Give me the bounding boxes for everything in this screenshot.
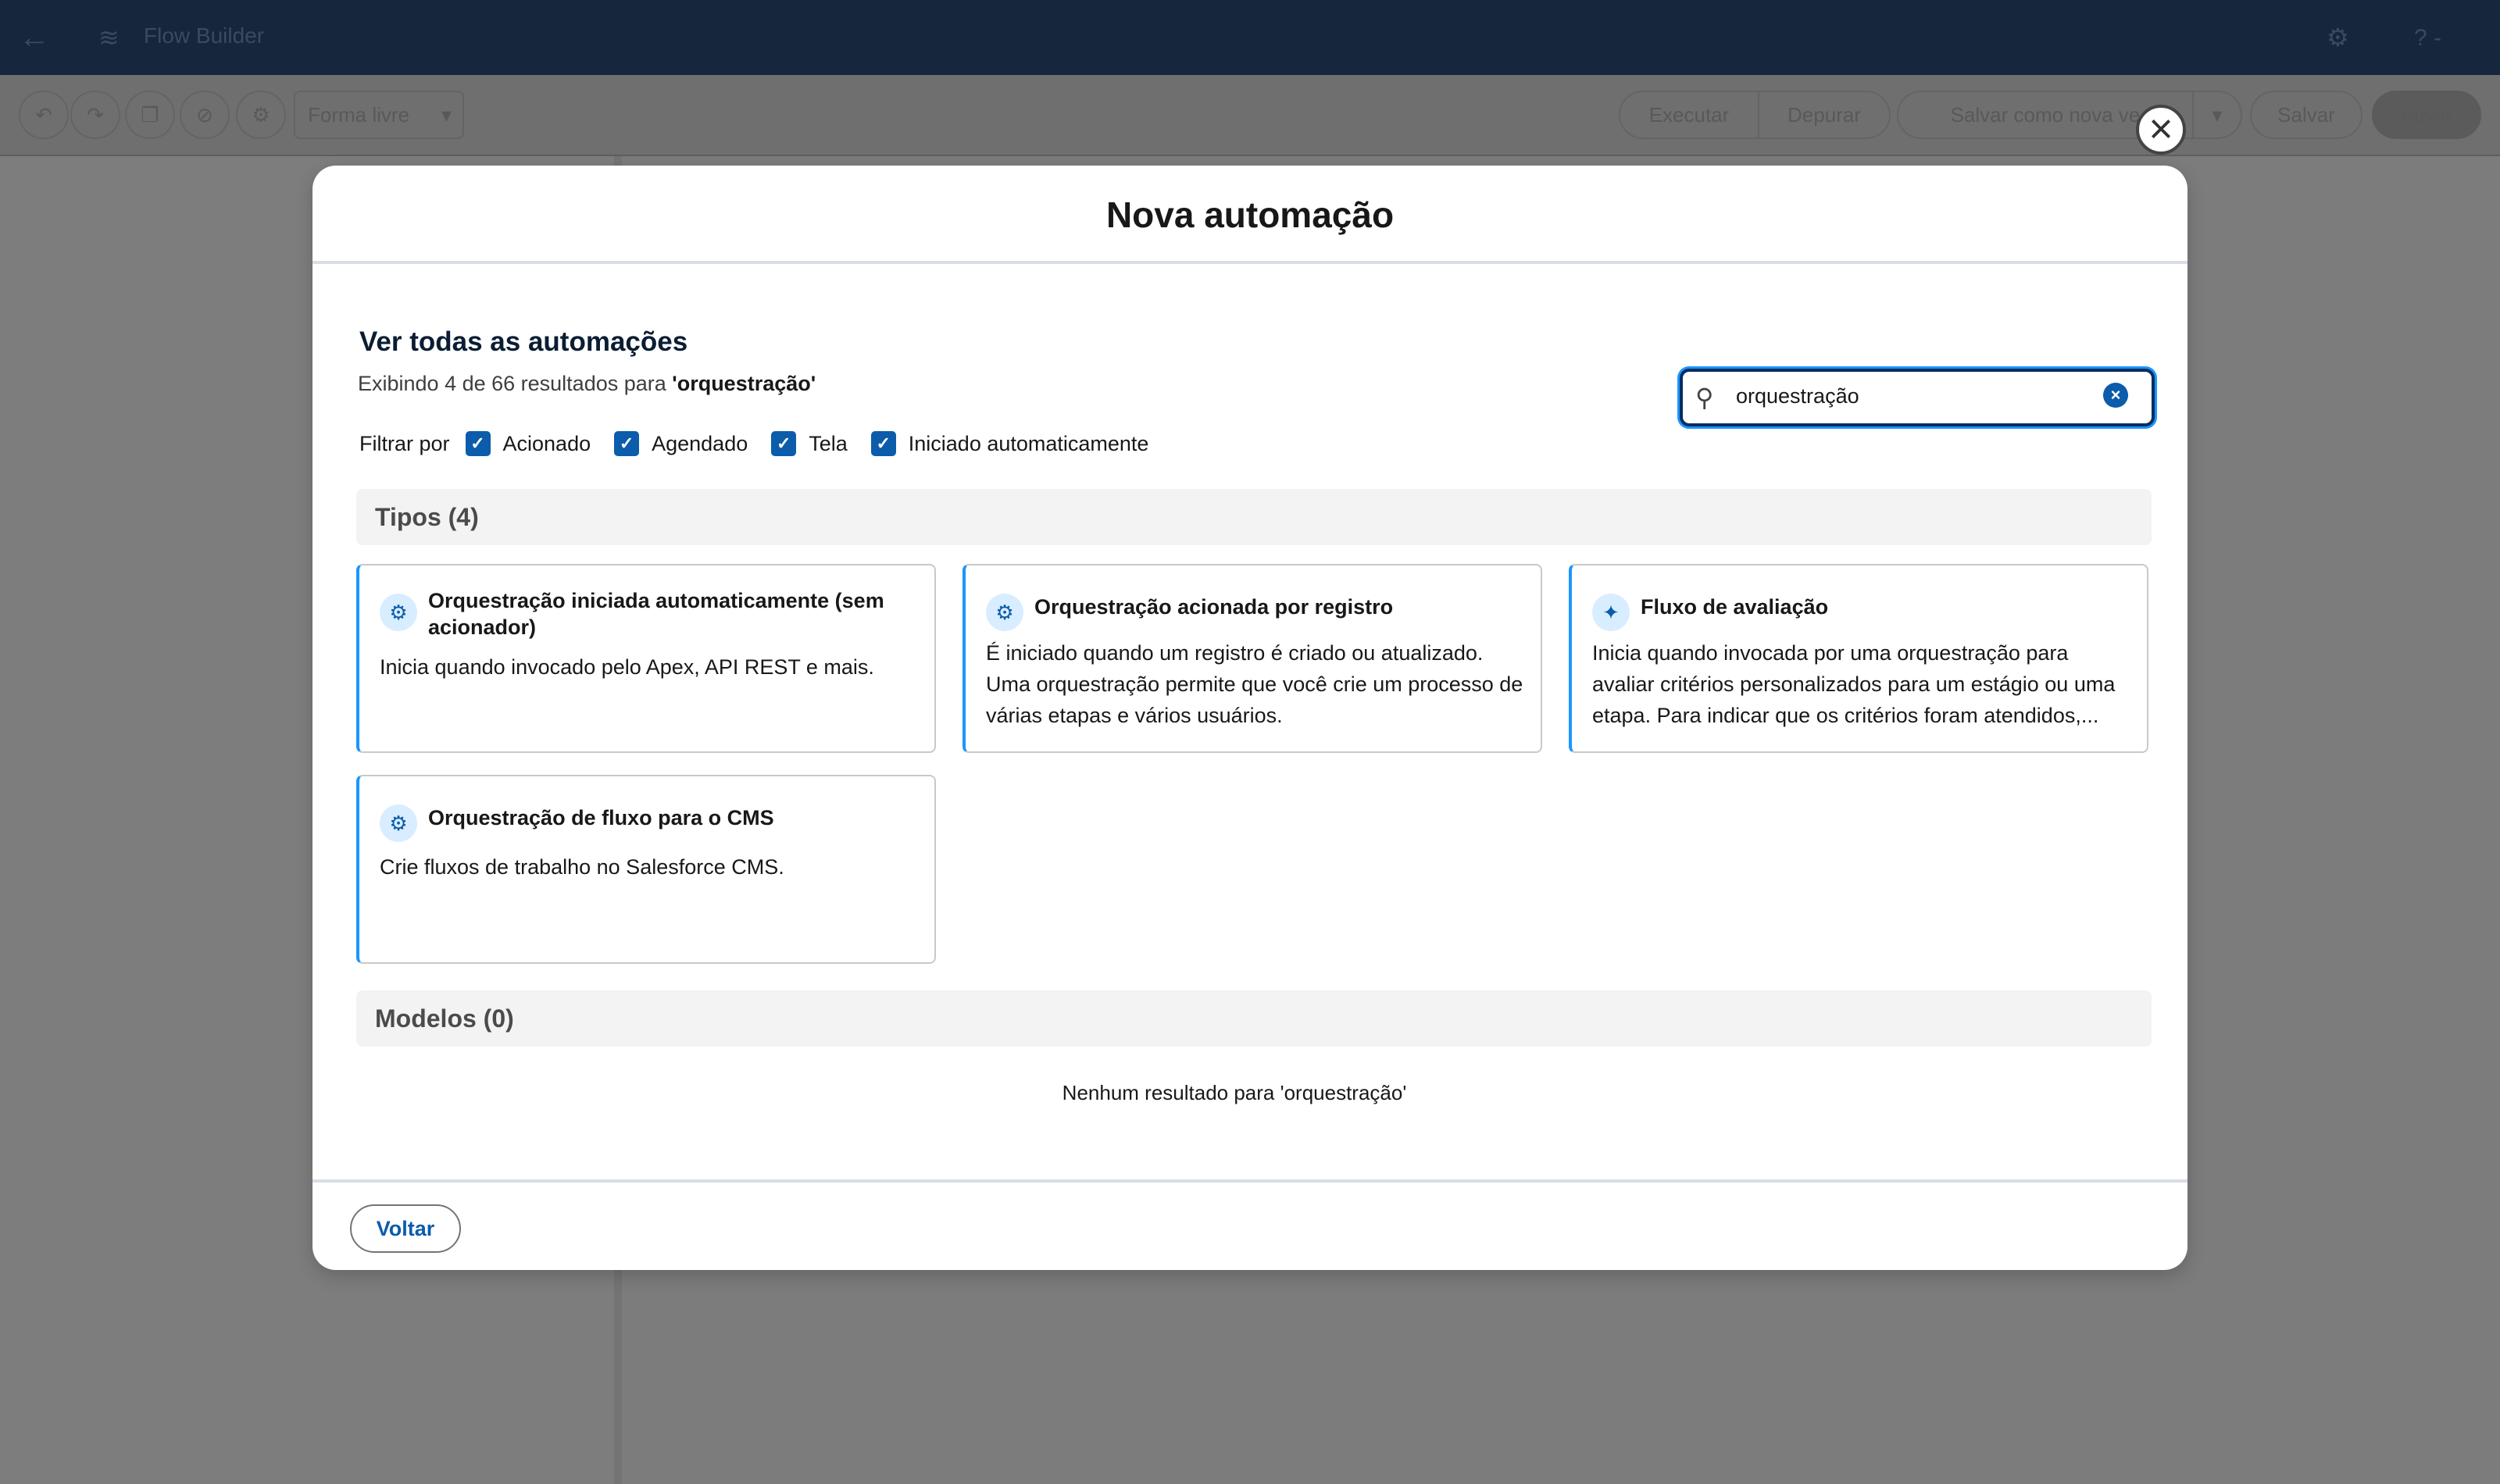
search-input[interactable]: ⚲ orquestração × [1680, 369, 2155, 426]
new-automation-modal: Nova automação Ver todas as automações E… [312, 166, 2188, 1270]
type-card-cms-orchestration[interactable]: ⚙ Orquestração de fluxo para o CMS Crie … [356, 775, 936, 964]
card-title: Orquestração iniciada automaticamente (s… [428, 589, 884, 639]
types-section-header: Tipos (4) [356, 489, 2152, 545]
chevron-down-icon: ▾ [441, 103, 452, 127]
orchestration-icon: ⚙ [380, 804, 417, 842]
card-description: Crie fluxos de trabalho no Salesforce CM… [380, 855, 784, 879]
app-title: Flow Builder [144, 23, 265, 48]
magic-wand-icon: ✦ [1592, 594, 1630, 631]
filter-label: Filtrar por [359, 431, 450, 455]
close-icon[interactable]: × [2136, 105, 2186, 155]
save-button[interactable]: Salvar [2250, 91, 2362, 139]
modal-title: Nova automação [1105, 194, 1395, 235]
settings-button[interactable]: ⚙ [236, 91, 286, 139]
card-title: Orquestração de fluxo para o CMS [428, 806, 774, 829]
checkbox-checked-icon[interactable]: ✓ [465, 431, 491, 456]
no-results-message: Nenhum resultado para 'orquestração' [1062, 1081, 1407, 1104]
clear-search-icon[interactable]: × [2103, 383, 2128, 408]
checkbox-checked-icon[interactable]: ✓ [771, 431, 797, 456]
filter-triggered-label: Acionado [502, 431, 591, 455]
card-title: Fluxo de avaliação [1641, 595, 1829, 619]
search-value[interactable]: orquestração [1736, 384, 1859, 408]
card-description: Inicia quando invocada por uma orquestra… [1592, 641, 2116, 727]
orchestration-icon: ⚙ [380, 594, 417, 631]
filter-screen-label: Tela [809, 431, 848, 455]
undo-button[interactable]: ↶ [19, 91, 69, 139]
templates-section-header: Modelos (0) [356, 990, 2152, 1047]
card-title: Orquestração acionada por registro [1034, 595, 1394, 619]
setup-gear-icon[interactable]: ⚙ [2327, 23, 2355, 52]
filter-autolaunched-label: Iniciado automaticamente [908, 431, 1149, 455]
modal-footer: Voltar [312, 1179, 2188, 1270]
filter-triggered[interactable]: ✓ Acionado [465, 431, 591, 456]
debug-button[interactable]: Depurar [1758, 91, 1891, 139]
all-automations-heading: Ver todas as automações [359, 326, 688, 357]
activate-button[interactable]: Ativar [2372, 91, 2481, 139]
filter-scheduled[interactable]: ✓ Agendado [614, 431, 748, 456]
toolbar: ↶ ↷ ❐ ⊘ ⚙ Forma livre ▾ Executar Depurar… [0, 75, 2500, 156]
orchestration-icon: ⚙ [986, 594, 1023, 631]
type-card-record-triggered-orchestration[interactable]: ⚙ Orquestração acionada por registro É i… [962, 564, 1542, 753]
disable-button[interactable]: ⊘ [180, 91, 230, 139]
mode-select[interactable]: Forma livre ▾ [294, 91, 464, 139]
templates-section-title: Modelos (0) [375, 1004, 514, 1033]
back-arrow-icon[interactable]: ← [19, 22, 53, 53]
help-menu[interactable]: ? - [2414, 25, 2441, 52]
search-icon: ⚲ [1695, 383, 1714, 412]
run-button[interactable]: Executar [1619, 91, 1759, 139]
mode-select-value: Forma livre [308, 103, 410, 127]
card-description: Inicia quando invocado pelo Apex, API RE… [380, 655, 874, 679]
modal-header: Nova automação [312, 166, 2188, 264]
filter-autolaunched[interactable]: ✓ Iniciado automaticamente [870, 431, 1149, 456]
types-section-title: Tipos (4) [375, 503, 479, 531]
flow-builder-logo-icon: ≋ [98, 23, 120, 52]
filter-screen[interactable]: ✓ Tela [771, 431, 848, 456]
filter-scheduled-label: Agendado [652, 431, 748, 455]
redo-button[interactable]: ↷ [70, 91, 120, 139]
filter-group: Filtrar por ✓ Acionado ✓ Agendado ✓ Tela ✓ I… [359, 428, 1172, 459]
results-prefix: Exibindo 4 de 66 resultados para [358, 372, 673, 395]
copy-button[interactable]: ❐ [125, 91, 175, 139]
app-header: ← ≋ Flow Builder ⚙ ? - [0, 0, 2500, 75]
type-card-autolaunched-orchestration[interactable]: ⚙ Orquestração iniciada automaticamente … [356, 564, 936, 753]
card-description: É iniciado quando um registro é criado o… [986, 641, 1523, 727]
checkbox-checked-icon[interactable]: ✓ [614, 431, 640, 456]
checkbox-checked-icon[interactable]: ✓ [870, 431, 896, 456]
back-button[interactable]: Voltar [350, 1204, 461, 1253]
results-query: 'orquestração' [672, 372, 816, 395]
results-summary: Exibindo 4 de 66 resultados para 'orques… [358, 372, 816, 396]
save-options-chevron-icon[interactable]: ▾ [2192, 91, 2242, 139]
type-card-evaluation-flow[interactable]: ✦ Fluxo de avaliação Inicia quando invoc… [1569, 564, 2148, 753]
